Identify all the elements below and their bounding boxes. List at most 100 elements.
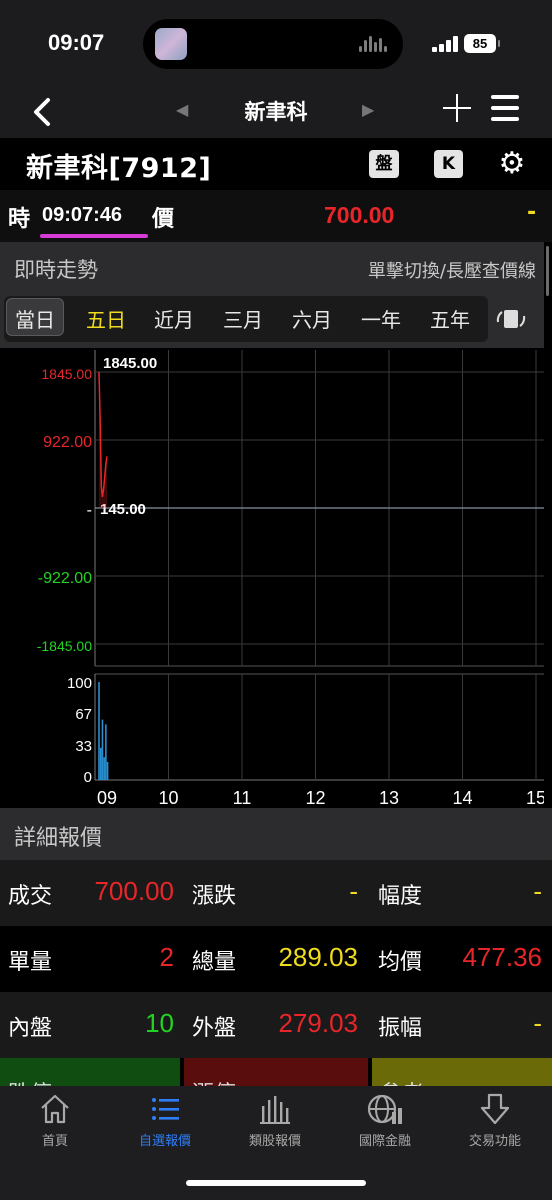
detail-row: 成交 700.00 漲跌 - 幅度 - [0, 860, 552, 926]
tab-trade[interactable]: 交易功能 [440, 1092, 550, 1162]
detail-section-header: 詳細報價 [0, 808, 552, 860]
volume-tick-label: 100 [67, 675, 92, 692]
card-label: 漲停 [192, 1076, 236, 1086]
tab-label: 國際金融 [358, 1134, 411, 1149]
detail-label: 成交 [8, 884, 53, 909]
intraday-chart[interactable]: 1845.00 922.00- -922.00 -1845.00 145.00 1845.… [0, 348, 544, 808]
status-time: 09:07 [48, 30, 105, 55]
price-tick-label: -1845.00 [37, 638, 92, 654]
chart-svg: 1845.00922.00--922.00-1845.00145.001845.… [37, 350, 544, 808]
tab-6month[interactable]: 六月 [292, 304, 332, 333]
card-label: 參考 [380, 1076, 424, 1086]
realtime-section-header: 即時走勢 單擊切換/長壓查價線 [0, 242, 544, 292]
menu-icon[interactable] [491, 95, 519, 121]
detail-label: 漲跌 [192, 884, 237, 909]
time-tick-label: 12 [305, 788, 325, 808]
volume-tick-label: 33 [75, 738, 92, 755]
next-stock-icon[interactable]: ▶ [362, 100, 374, 119]
tab-label: 自選報價 [138, 1134, 191, 1149]
time-label: 時 [8, 207, 31, 232]
detail-value: - [349, 876, 358, 906]
detail-label: 振幅 [378, 1016, 423, 1041]
nav-bar: ◀ 新聿科 ▶ [0, 86, 552, 138]
order-book-button[interactable]: 盤 [369, 150, 399, 178]
gear-icon[interactable]: ⚙ [496, 148, 528, 180]
limit-down-card[interactable]: 跌停 [0, 1058, 180, 1086]
rotate-icon[interactable] [494, 306, 528, 332]
volume-tick-label: 67 [75, 706, 92, 723]
price-tick-label: 922.00 [43, 434, 92, 451]
tab-label: 類股報價 [248, 1134, 301, 1149]
detail-label: 總量 [192, 950, 237, 975]
time-tick-label: 10 [158, 788, 178, 808]
stock-header: 新聿科[7912] 盤 K ⚙ [0, 138, 552, 190]
detail-value: 289.03 [278, 942, 358, 972]
limit-up-card[interactable]: 漲停 [184, 1058, 368, 1086]
globe-icon [367, 1094, 402, 1124]
current-price: 700.00 [324, 202, 395, 228]
detail-value: - [533, 876, 542, 906]
detail-value: - [533, 1008, 542, 1038]
detail-label: 均價 [378, 950, 423, 975]
time-tick-label: 11 [233, 788, 252, 808]
battery-icon: 85 [464, 34, 500, 53]
bar-chart-icon [260, 1096, 290, 1124]
stock-name: 新聿科[7912] [26, 153, 212, 184]
tab-home[interactable]: 首頁 [0, 1092, 110, 1162]
price-change: - [527, 200, 537, 225]
tab-5day[interactable]: 五日 [86, 304, 126, 333]
tab-intraday[interactable]: 當日 [6, 298, 64, 336]
volume-tick-label: 0 [84, 769, 92, 786]
nav-title: 新聿科 [244, 100, 308, 124]
scrollbar[interactable] [544, 242, 552, 808]
card-label: 跌停 [8, 1076, 52, 1086]
tab-sectors[interactable]: 類股報價 [220, 1092, 330, 1162]
reference-card[interactable]: 參考 [372, 1058, 552, 1086]
home-icon [41, 1094, 69, 1124]
tab-international[interactable]: 國際金融 [330, 1092, 440, 1162]
now-playing-artwork [155, 28, 187, 60]
prev-stock-icon[interactable]: ◀ [176, 100, 188, 119]
add-icon[interactable] [443, 94, 471, 122]
trade-arrow-icon [480, 1093, 510, 1125]
detail-title: 詳細報價 [14, 826, 103, 851]
price-tick-label: -922.00 [38, 570, 92, 587]
status-bar: 09:07 85 [0, 0, 552, 86]
limit-cards: 跌停 漲停 參考 [0, 1058, 552, 1086]
time-underline [40, 234, 148, 238]
detail-value: 2 [159, 942, 174, 972]
section-hint: 單擊切換/長壓查價線 [367, 261, 536, 282]
detail-value: 477.36 [462, 942, 542, 972]
list-icon [152, 1098, 179, 1120]
price-label: 價 [152, 207, 175, 232]
tab-3month[interactable]: 三月 [223, 304, 263, 333]
tab-1year[interactable]: 一年 [361, 304, 401, 333]
tab-5year[interactable]: 五年 [430, 304, 470, 333]
detail-label: 外盤 [192, 1016, 237, 1041]
detail-value: 279.03 [278, 1008, 358, 1038]
tab-label: 首頁 [41, 1134, 68, 1149]
detail-value: 700.00 [94, 876, 174, 906]
tab-label: 交易功能 [468, 1134, 521, 1149]
detail-label: 幅度 [378, 884, 423, 909]
dynamic-island[interactable] [143, 19, 403, 69]
quote-row: 時 09:07:46 價 700.00 - [0, 190, 552, 242]
cellular-signal-icon [432, 36, 458, 52]
price-tick-label: - [87, 502, 92, 519]
kline-button[interactable]: K [434, 150, 463, 178]
detail-value: 10 [145, 1008, 174, 1038]
time-tick-label: 13 [379, 788, 399, 808]
detail-label: 單量 [8, 950, 53, 975]
home-indicator[interactable] [186, 1180, 366, 1186]
price-tick-label: 1845.00 [41, 366, 92, 382]
time-tick-label: 09 [97, 788, 117, 808]
quote-time: 09:07:46 [42, 204, 123, 226]
tab-watchlist[interactable]: 自選報價 [110, 1092, 220, 1162]
period-tabs: 當日 五日 近月 三月 六月 一年 五年 [0, 292, 544, 348]
back-icon[interactable] [28, 92, 58, 132]
section-title: 即時走勢 [14, 258, 98, 282]
time-tick-label: 14 [452, 788, 472, 808]
high-price-label: 1845.00 [103, 355, 157, 372]
tab-1month[interactable]: 近月 [154, 304, 194, 333]
detail-row: 單量 2 總量 289.03 均價 477.36 [0, 926, 552, 992]
